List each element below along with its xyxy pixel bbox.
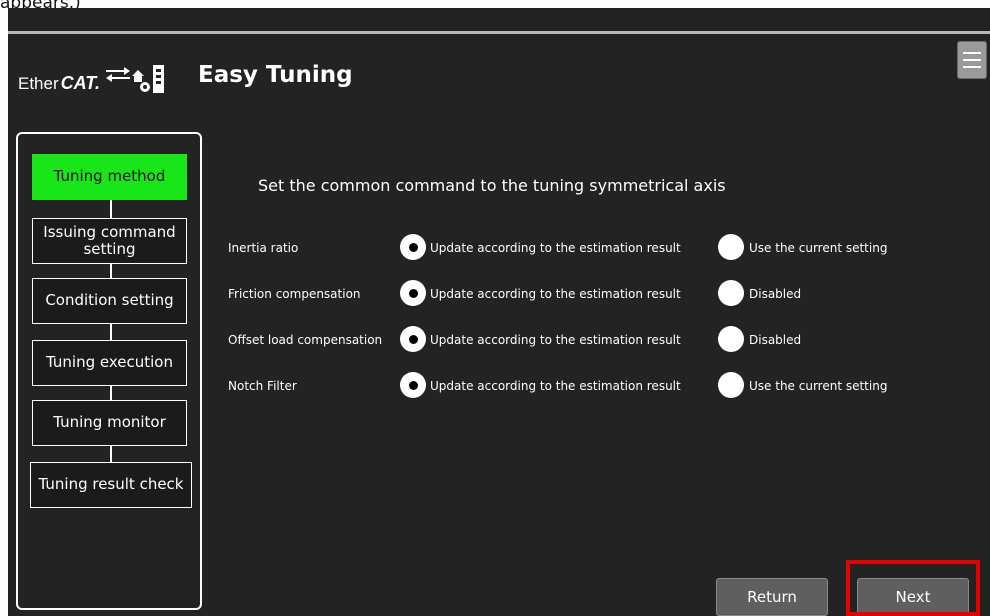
- step-connector-line: [110, 198, 112, 218]
- radio-label-friction-update: Update according to the estimation resul…: [430, 287, 681, 301]
- ethercat-logo: Ether CAT.: [18, 58, 166, 94]
- setting-label-offset-load-compensation: Offset load compensation: [228, 333, 383, 347]
- step-issuing-command-setting[interactable]: Issuing command setting: [32, 218, 187, 264]
- logo-cat-text: CAT.: [60, 73, 100, 93]
- radio-friction-disabled[interactable]: [718, 280, 744, 306]
- radio-label-friction-disabled: Disabled: [749, 287, 802, 301]
- radio-label-notch-current: Use the current setting: [749, 379, 888, 393]
- radio-label-offset-update: Update according to the estimation resul…: [430, 333, 681, 347]
- app-window: Ether CAT. Easy Tuning Tuning method Iss…: [8, 8, 990, 616]
- radio-label-notch-update: Update according to the estimation resul…: [430, 379, 681, 393]
- page-title: Easy Tuning: [198, 62, 353, 88]
- radio-label-inertia-current: Use the current setting: [749, 241, 888, 255]
- step-connector-line: [110, 386, 112, 400]
- radio-offset-disabled[interactable]: [718, 326, 744, 352]
- step-tuning-monitor[interactable]: Tuning monitor: [32, 400, 187, 446]
- radio-inertia-current[interactable]: [718, 234, 744, 260]
- radio-inertia-update[interactable]: [400, 234, 426, 260]
- hamburger-menu-icon[interactable]: [957, 41, 987, 79]
- radio-selected-dot: [408, 288, 418, 298]
- radio-offset-update[interactable]: [400, 326, 426, 352]
- setting-label-notch-filter: Notch Filter: [228, 379, 297, 393]
- radio-selected-dot: [408, 334, 418, 344]
- radio-label-offset-disabled: Disabled: [749, 333, 802, 347]
- radio-notch-current[interactable]: [718, 372, 744, 398]
- step-connector-line: [110, 264, 112, 278]
- step-tuning-execution[interactable]: Tuning execution: [32, 340, 187, 386]
- next-highlight-box: [846, 560, 980, 616]
- top-divider: [8, 31, 990, 34]
- radio-notch-update[interactable]: [400, 372, 426, 398]
- step-condition-setting[interactable]: Condition setting: [32, 278, 187, 324]
- return-button[interactable]: Return: [716, 578, 828, 616]
- step-connector-line: [110, 446, 112, 462]
- radio-selected-dot: [408, 242, 418, 252]
- radio-selected-dot: [408, 380, 418, 390]
- radio-friction-update[interactable]: [400, 280, 426, 306]
- setting-label-friction-compensation: Friction compensation: [228, 287, 361, 301]
- setting-label-inertia-ratio: Inertia ratio: [228, 241, 299, 255]
- step-tuning-method[interactable]: Tuning method: [32, 154, 187, 200]
- motor-drive-icon: [105, 65, 164, 93]
- step-connector-line: [110, 324, 112, 340]
- instruction-text: Set the common command to the tuning sym…: [258, 176, 726, 195]
- step-tuning-result-check[interactable]: Tuning result check: [30, 462, 192, 508]
- tuning-steps-panel: Tuning method Issuing command setting Co…: [16, 132, 202, 610]
- logo-ether-text: Ether: [18, 74, 59, 93]
- radio-label-inertia-update: Update according to the estimation resul…: [430, 241, 681, 255]
